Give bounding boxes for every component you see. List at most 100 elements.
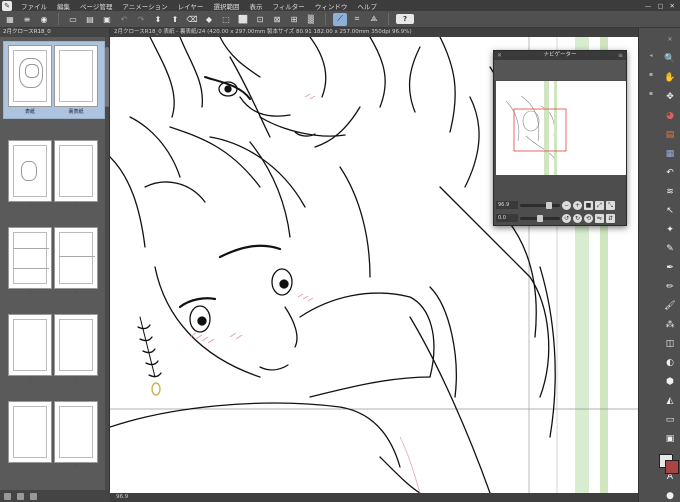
page-thumbnail[interactable] — [54, 45, 98, 107]
color-set-icon[interactable]: ▤ — [664, 129, 676, 141]
fit-icon[interactable]: ■ — [584, 200, 593, 210]
snap-special-icon[interactable]: ⟁ — [367, 13, 381, 26]
menu-file[interactable]: ファイル — [16, 1, 52, 11]
save-icon[interactable]: ▣ — [100, 13, 114, 26]
pencil-tool-icon[interactable]: ✏ — [664, 281, 676, 293]
app-logo-icon[interactable]: ✎ — [2, 0, 12, 11]
rotate-right-icon[interactable]: ↻ — [573, 213, 582, 223]
page-spread[interactable]: 3 4 — [4, 224, 104, 300]
layer-icon[interactable]: ≋ — [664, 186, 676, 198]
zoom-in-icon[interactable]: + — [573, 200, 582, 210]
menu-page[interactable]: ページ管理 — [75, 1, 117, 11]
airbrush-tool-icon[interactable]: ⁂ — [664, 319, 676, 331]
rotate-slider[interactable] — [520, 214, 560, 222]
select-layer-icon[interactable]: ⊞ — [287, 13, 301, 26]
menu-animation[interactable]: アニメーション — [117, 1, 172, 11]
page-thumbnail[interactable] — [8, 227, 52, 289]
clear-icon[interactable]: ⌫ — [185, 13, 199, 26]
zoom-out-icon[interactable]: − — [562, 200, 571, 210]
menu-window[interactable]: ウィンドウ — [310, 1, 353, 11]
select-tool-icon[interactable]: ↖ — [664, 205, 676, 217]
new-file-icon[interactable]: ▭ — [66, 13, 80, 26]
figure-tool-icon[interactable]: ▭ — [664, 414, 676, 426]
invert-icon[interactable]: ⊠ — [270, 13, 284, 26]
property-icon[interactable]: ▪ — [645, 88, 657, 100]
view-frame[interactable] — [513, 108, 567, 152]
zoom-value[interactable]: 96.9 — [496, 201, 518, 209]
rotate-value[interactable]: 0.0 — [496, 214, 518, 222]
arrange-icon[interactable]: ⬍ — [151, 13, 165, 26]
eraser-tool-icon[interactable]: ◫ — [664, 338, 676, 350]
maximize-icon[interactable]: ▢ — [657, 2, 663, 10]
move-tool-icon[interactable]: ✥ — [664, 91, 676, 103]
fit-window-icon[interactable]: ⤡ — [606, 200, 615, 210]
document-tab[interactable]: 2月クロースR18_0 表紙 - 裏表紙/24 (420.00 x 297.00… — [110, 28, 638, 37]
view-icon[interactable]: ◉ — [37, 13, 51, 26]
balloon-tool-icon[interactable]: ● — [664, 490, 676, 502]
zoom-slider[interactable] — [520, 201, 560, 209]
history-icon[interactable]: ↶ — [664, 167, 676, 179]
undo-icon[interactable]: ↶ — [117, 13, 131, 26]
menu-layer[interactable]: レイヤー — [173, 1, 209, 11]
page-thumbnail[interactable] — [8, 401, 52, 463]
page-spread[interactable]: 5 6 — [4, 311, 104, 387]
flip-v-icon[interactable]: ⇵ — [606, 213, 615, 223]
gradient-tool-icon[interactable]: ◭ — [664, 395, 676, 407]
close-icon[interactable]: ✕ — [670, 2, 675, 10]
blend-tool-icon[interactable]: ◐ — [664, 357, 676, 369]
panel-collapse-icon[interactable]: ✕ — [664, 34, 676, 46]
color-wheel-icon[interactable]: ◕ — [664, 110, 676, 122]
zoom-icon[interactable] — [17, 492, 24, 500]
page-thumbnail[interactable] — [54, 314, 98, 376]
page-spread-cover[interactable]: 表紙 裏表紙 — [3, 41, 105, 119]
settings-icon[interactable] — [30, 492, 37, 500]
transparency-icon[interactable]: ▒ — [304, 13, 318, 26]
page-thumbnail[interactable] — [8, 314, 52, 376]
hand-tool-icon[interactable]: ✋ — [664, 72, 676, 84]
transform-icon[interactable]: ⬚ — [219, 13, 233, 26]
auto-select-icon[interactable]: ✦ — [664, 224, 676, 236]
deselect-icon[interactable]: ⬜ — [236, 13, 250, 26]
navigator-preview[interactable] — [496, 81, 626, 175]
snap-ruler-icon[interactable]: ⟋ — [333, 12, 347, 26]
reset-rotate-icon[interactable]: ⟲ — [584, 213, 593, 223]
fill-icon[interactable]: ◆ — [202, 13, 216, 26]
fill-tool-icon[interactable]: ⬢ — [664, 376, 676, 388]
rotate-left-icon[interactable]: ↺ — [562, 213, 571, 223]
snap-grid-icon[interactable]: ⌗ — [350, 13, 364, 26]
menu-filter[interactable]: フィルター — [267, 1, 309, 11]
app-menu-icon[interactable]: ≡ — [20, 13, 34, 26]
grid-icon[interactable]: ▦ — [3, 13, 17, 26]
flip-h-icon[interactable]: ⇋ — [595, 213, 604, 223]
close-icon[interactable]: ✕ — [497, 51, 502, 60]
page-thumbnail[interactable] — [54, 227, 98, 289]
page-thumbnail[interactable] — [54, 140, 98, 202]
crop-icon[interactable]: ⊡ — [253, 13, 267, 26]
frame-tool-icon[interactable]: ▣ — [664, 433, 676, 445]
view-mode-icon[interactable] — [4, 492, 11, 500]
panel-menu-icon[interactable]: ≡ — [618, 51, 623, 60]
intermediate-color-icon[interactable]: ▦ — [664, 148, 676, 160]
page-thumbnail[interactable] — [8, 140, 52, 202]
help-button[interactable]: ? — [396, 14, 414, 24]
brush-tool-icon[interactable]: 🖌 — [664, 300, 676, 312]
layer-up-icon[interactable]: ⬆ — [168, 13, 182, 26]
zoom-tool-icon[interactable]: 🔍 — [664, 53, 676, 65]
menu-edit[interactable]: 編集 — [52, 1, 75, 11]
eyedropper-icon[interactable]: ✎ — [664, 243, 676, 255]
page-spread[interactable]: 1 2 — [4, 137, 104, 213]
page-thumbnail[interactable] — [8, 45, 52, 107]
page-list-scrollbar[interactable] — [105, 37, 109, 490]
actual-size-icon[interactable]: ⤢ — [595, 200, 604, 210]
minimize-icon[interactable]: — — [645, 2, 652, 10]
pen-tool-icon[interactable]: ✒ — [664, 262, 676, 274]
page-panel-tab[interactable]: 2月クロースR18_0 — [0, 28, 109, 37]
sub-color-swatch[interactable] — [665, 460, 679, 474]
page-thumbnail[interactable] — [54, 401, 98, 463]
open-folder-icon[interactable]: ▤ — [83, 13, 97, 26]
panel-toggle-icon[interactable]: ◂ — [645, 50, 657, 62]
menu-view[interactable]: 表示 — [244, 1, 267, 11]
sub-tool-icon[interactable]: ▪ — [645, 69, 657, 81]
page-spread[interactable]: 7 8 — [4, 398, 104, 474]
redo-icon[interactable]: ↷ — [134, 13, 148, 26]
